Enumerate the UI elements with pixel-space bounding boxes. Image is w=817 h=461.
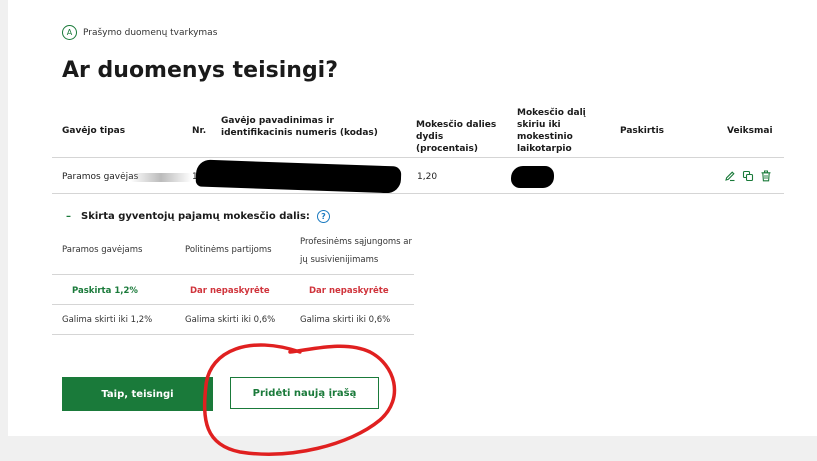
header-nr: Nr.	[192, 126, 207, 136]
redacted-blur	[130, 173, 192, 182]
status-unions: Dar nepaskyrėte	[309, 286, 389, 296]
summary-divider-3	[52, 334, 414, 335]
row-share: 1,20	[417, 172, 438, 182]
summary-divider-1	[52, 274, 414, 275]
limit-unions: Galima skirti iki 0,6%	[300, 315, 391, 325]
delete-icon[interactable]	[760, 170, 772, 182]
step-indicator: A Prašymo duomenų tvarkymas	[62, 25, 217, 40]
status-recipients: Paskirta 1,2%	[72, 286, 138, 296]
edit-icon[interactable]	[724, 170, 736, 182]
row-actions	[724, 170, 772, 182]
header-actions: Veiksmai	[727, 126, 773, 136]
header-purpose: Paskirtis	[620, 126, 665, 136]
row-type: Paramos gavėjas	[62, 172, 139, 182]
step-letter: A	[62, 25, 77, 40]
redacted-period	[511, 166, 554, 188]
header-name: Gavėjo pavadinimas ir identifikacinis nu…	[221, 116, 378, 138]
copy-icon[interactable]	[742, 170, 754, 182]
header-type: Gavėjo tipas	[62, 126, 126, 136]
status-parties: Dar nepaskyrėte	[190, 286, 270, 296]
collapse-toggle[interactable]: –	[66, 211, 71, 222]
page-title: Ar duomenys teisingi?	[62, 58, 338, 83]
header-share: Mokesčio dalies dydis (procentais)	[416, 120, 497, 154]
header-period: Mokesčio dalį skiriu iki mokestinio laik…	[517, 108, 586, 154]
tax-share-section-header: – Skirta gyventojų pajamų mokesčio dalis…	[66, 210, 330, 223]
limit-recipients: Galima skirti iki 1,2%	[62, 315, 153, 325]
col-header-parties: Politinėms partijoms	[185, 245, 272, 255]
summary-divider-2	[52, 304, 414, 305]
table-header-divider	[52, 157, 784, 158]
col-header-recipients: Paramos gavėjams	[62, 245, 143, 255]
table-row-divider	[52, 193, 784, 194]
add-record-button[interactable]: Pridėti naują įrašą	[230, 377, 379, 409]
section-title: Skirta gyventojų pajamų mokesčio dalis:	[81, 211, 310, 222]
step-label: Prašymo duomenų tvarkymas	[83, 27, 218, 38]
confirm-button[interactable]: Taip, teisingi	[62, 377, 213, 411]
limit-parties: Galima skirti iki 0,6%	[185, 315, 276, 325]
help-icon[interactable]: ?	[316, 210, 330, 223]
col-header-unions: Profesinėms sąjungoms ar jų susivienijim…	[300, 237, 413, 265]
